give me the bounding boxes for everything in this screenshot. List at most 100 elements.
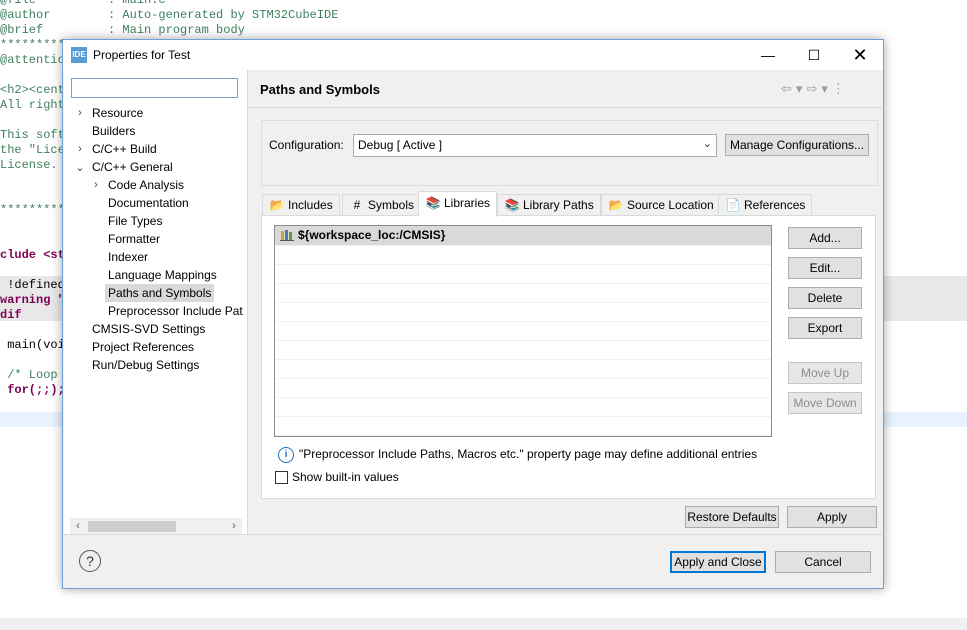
configuration-label: Configuration: (269, 138, 344, 152)
code-line: ********* (0, 203, 65, 217)
symbols-icon: # (353, 198, 361, 212)
help-icon[interactable]: ? (79, 550, 101, 572)
configuration-select[interactable]: Debug [ Active ] ⌄ (353, 134, 717, 157)
filter-field[interactable] (71, 78, 238, 98)
add-button[interactable]: Add... (788, 227, 862, 249)
scroll-right-icon[interactable]: › (226, 518, 242, 534)
library-icon (280, 229, 294, 241)
move-down-button[interactable]: Move Down (788, 392, 862, 414)
tree-item-formatter[interactable]: Formatter (108, 230, 160, 248)
tree-item-run-debug-settings[interactable]: Run/Debug Settings (92, 356, 199, 374)
tab-source-location[interactable]: 📂 Source Location (601, 194, 721, 216)
show-builtin-label: Show built-in values (292, 470, 399, 484)
tree-item-indexer[interactable]: Indexer (108, 248, 148, 266)
list-item[interactable] (275, 397, 771, 417)
code-line: /* Loop (0, 368, 58, 382)
list-item[interactable] (275, 359, 771, 379)
tree-item-c-c-build[interactable]: C/C++ Build (92, 140, 157, 158)
tree-item-resource[interactable]: Resource (92, 104, 143, 122)
tree-item-preprocessor-include-pat[interactable]: Preprocessor Include Pat (108, 302, 243, 320)
tree-item-builders[interactable]: Builders (92, 122, 135, 140)
tree-item-c-c-general[interactable]: C/C++ General (92, 158, 173, 176)
delete-button[interactable]: Delete (788, 287, 862, 309)
properties-dialog: IDE Properties for Test — ☐ ✕ › Resource B… (62, 39, 884, 589)
forward-menu-icon[interactable]: ▾ (821, 81, 828, 97)
chevron-right-icon[interactable]: › (75, 143, 85, 155)
tree-item-cmsis-svd-settings[interactable]: CMSIS-SVD Settings (92, 320, 205, 338)
ide-app-icon: IDE (71, 47, 87, 63)
list-item[interactable] (275, 245, 771, 265)
scroll-left-icon[interactable]: ‹ (70, 518, 86, 534)
tree-item-code-analysis[interactable]: Code Analysis (108, 176, 184, 194)
back-icon[interactable]: ⇦ (781, 81, 792, 97)
tab-label: Includes (288, 198, 333, 212)
tree-item-documentation[interactable]: Documentation (108, 194, 189, 212)
back-menu-icon[interactable]: ▾ (796, 81, 803, 97)
info-text: "Preprocessor Include Paths, Macros etc.… (299, 447, 758, 462)
tree-item-language-mappings[interactable]: Language Mappings (108, 266, 217, 284)
list-item[interactable] (275, 340, 771, 360)
tab-label: References (744, 198, 806, 212)
code-line: @file : main.c (0, 0, 166, 7)
code-line: warning " (0, 293, 65, 307)
view-menu-icon[interactable]: ⋮ (832, 81, 845, 97)
library-paths-icon: 📚 (504, 198, 520, 212)
filter-input[interactable] (72, 79, 238, 95)
tab-library-paths[interactable]: 📚 Library Paths (497, 194, 601, 216)
code-line: This soft (0, 128, 65, 142)
tab-label: Symbols (368, 198, 415, 212)
tab-references[interactable]: 📄 References (718, 194, 813, 216)
apply-button[interactable]: Apply (787, 506, 877, 528)
list-item[interactable] (275, 283, 771, 303)
list-item[interactable] (275, 321, 771, 341)
tree-item-file-types[interactable]: File Types (108, 212, 162, 230)
libraries-list[interactable]: ${workspace_loc:/CMSIS} (274, 225, 772, 437)
tab-libraries[interactable]: 📚 Libraries (418, 191, 498, 217)
code-line: License. (0, 158, 58, 172)
move-up-button[interactable]: Move Up (788, 362, 862, 384)
tree-item-project-references[interactable]: Project References (92, 338, 194, 356)
list-item[interactable] (275, 302, 771, 322)
close-icon[interactable]: ✕ (837, 40, 883, 70)
tree-horizontal-scrollbar[interactable]: ‹ › (70, 518, 242, 534)
dialog-title: Properties for Test (93, 48, 191, 62)
editor-status-strip (0, 618, 967, 630)
apply-and-close-button[interactable]: Apply and Close (670, 551, 766, 573)
code-line: dif (0, 308, 22, 322)
chevron-down-icon[interactable]: ⌄ (75, 161, 85, 174)
configuration-value: Debug [ Active ] (358, 138, 443, 152)
edit-button[interactable]: Edit... (788, 257, 862, 279)
page-navigation: ⇦ ▾ ⇨ ▾ ⋮ (781, 81, 849, 97)
list-item[interactable]: ${workspace_loc:/CMSIS} (275, 226, 771, 246)
tab-label: Library Paths (523, 198, 594, 212)
export-button[interactable]: Export (788, 317, 862, 339)
manage-configurations-button[interactable]: Manage Configurations... (725, 134, 869, 156)
scroll-thumb[interactable] (88, 521, 176, 532)
maximize-icon[interactable]: ☐ (791, 40, 837, 70)
code-line: clude <st (0, 248, 65, 262)
tab-symbols[interactable]: # Symbols (342, 194, 422, 216)
info-icon: i (278, 447, 294, 463)
references-icon: 📄 (725, 198, 741, 212)
show-builtin-checkbox[interactable]: Show built-in values (275, 470, 399, 485)
restore-defaults-button[interactable]: Restore Defaults (685, 506, 779, 528)
list-item[interactable] (275, 378, 771, 398)
checkbox-box[interactable] (275, 471, 288, 485)
forward-icon[interactable]: ⇨ (806, 81, 817, 97)
cancel-button[interactable]: Cancel (775, 551, 871, 573)
property-page-tree: › Resource Builders › C/C++ Build ⌄ C/C++ Gene… (64, 70, 248, 534)
dialog-titlebar: IDE Properties for Test — ☐ ✕ (63, 40, 883, 70)
code-line: @author : Auto-generated by STM32CubeIDE (0, 8, 339, 22)
code-line: main(voi (0, 338, 65, 352)
list-item[interactable] (275, 416, 771, 436)
page-title: Paths and Symbols (260, 82, 380, 97)
chevron-right-icon[interactable]: › (75, 107, 85, 119)
minimize-icon[interactable]: — (745, 40, 791, 70)
list-item[interactable] (275, 264, 771, 284)
code-line: @brief : Main program body (0, 23, 245, 37)
tree-item-paths-and-symbols[interactable]: Paths and Symbols (105, 284, 215, 302)
header-divider (248, 107, 882, 108)
code-line: for(;;); (0, 383, 65, 397)
chevron-right-icon[interactable]: › (91, 179, 101, 191)
tab-includes[interactable]: 📂 Includes (262, 194, 340, 216)
